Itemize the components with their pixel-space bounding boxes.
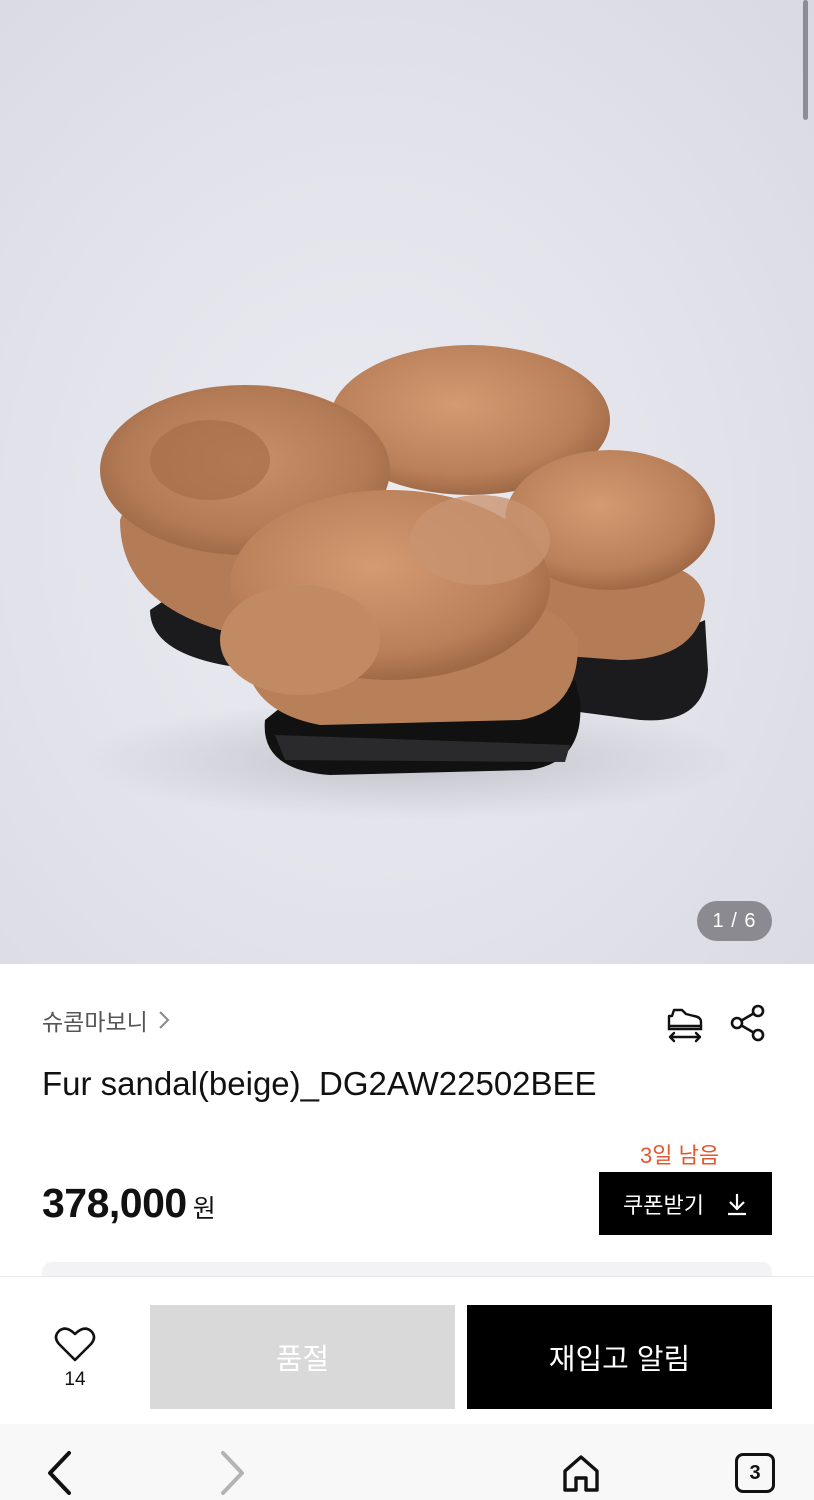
- price-value: 378,000: [42, 1180, 187, 1226]
- tab-count: 3: [749, 1461, 761, 1484]
- product-image: [80, 345, 740, 820]
- like-button[interactable]: 14: [44, 1325, 106, 1391]
- forward-button[interactable]: [207, 1448, 257, 1498]
- download-coupon-button[interactable]: 쿠폰받기: [599, 1172, 772, 1235]
- share-icon: [730, 1004, 765, 1042]
- soldout-button[interactable]: 품절: [150, 1305, 455, 1409]
- coupon-button-label: 쿠폰받기: [623, 1192, 704, 1218]
- product-image-gallery[interactable]: 1 / 6: [0, 0, 814, 964]
- forward-arrow-icon: [221, 1451, 244, 1495]
- price-currency: 원: [192, 1195, 216, 1223]
- restock-alert-button[interactable]: 재입고 알림: [467, 1305, 772, 1409]
- product-title: Fur sandal(beige)_DG2AW22502BEE: [42, 1065, 597, 1102]
- page-scrollbar[interactable]: [803, 0, 808, 120]
- heart-icon: [54, 1327, 96, 1362]
- back-button[interactable]: [35, 1448, 85, 1498]
- home-icon: [563, 1455, 599, 1492]
- tabs-button[interactable]: 3: [730, 1448, 780, 1498]
- back-arrow-icon: [48, 1451, 71, 1495]
- like-count: 14: [64, 1369, 86, 1390]
- shoe-size-icon: [667, 1008, 703, 1043]
- brand-name: 슈콤마보니: [42, 1009, 148, 1035]
- browser-toolbar: [0, 1424, 814, 1500]
- share-button[interactable]: [725, 1000, 771, 1046]
- size-guide-button[interactable]: [662, 1000, 708, 1046]
- brand-link[interactable]: 슈콤마보니: [42, 1003, 170, 1037]
- coupon-remaining-text: 3일 남음: [640, 1143, 720, 1168]
- chevron-right-icon: [159, 1011, 170, 1029]
- tabs-icon: 3: [735, 1453, 775, 1493]
- home-button[interactable]: [556, 1448, 606, 1498]
- download-icon: [727, 1193, 746, 1215]
- gallery-page-indicator: 1 / 6: [697, 901, 772, 941]
- price: 378,000 원: [42, 1180, 216, 1227]
